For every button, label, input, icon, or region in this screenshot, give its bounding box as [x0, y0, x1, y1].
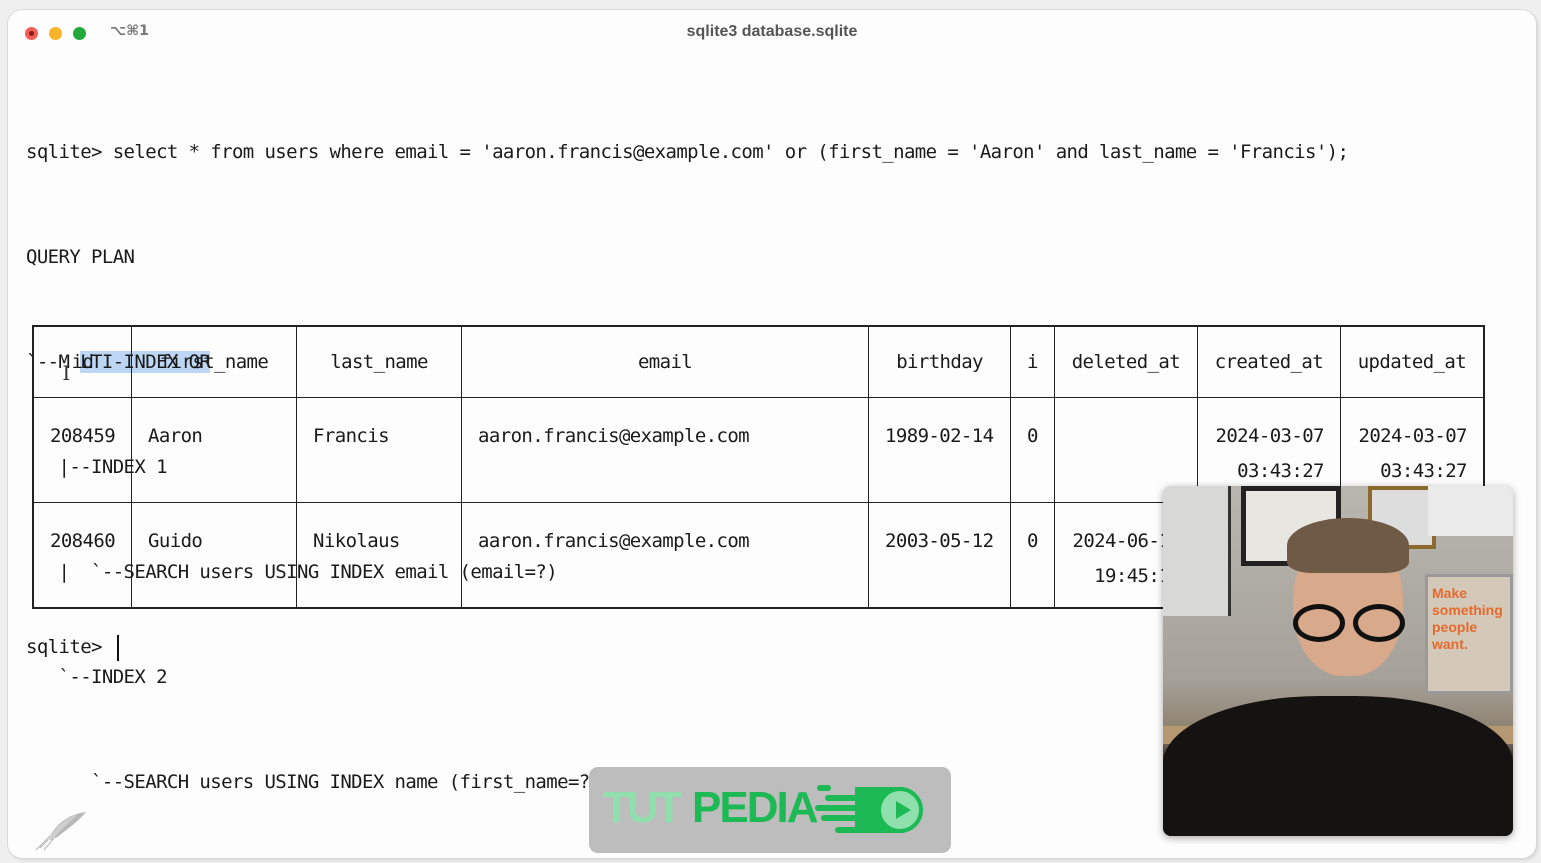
- cell-last-name: Francis: [296, 397, 463, 503]
- cell-i: 0: [1010, 502, 1055, 608]
- cell-email: aaron.francis@example.com: [461, 397, 870, 503]
- logo-streak: [817, 785, 831, 791]
- presenter-body: [1163, 696, 1513, 836]
- updated-date: 2024-03-07: [1358, 425, 1468, 447]
- cell-birthday: 1989-02-14: [868, 397, 1012, 503]
- updated-time: 03:43:27: [1380, 460, 1467, 482]
- presenter-glasses: [1285, 604, 1411, 644]
- created-date: 2024-03-07: [1215, 425, 1325, 447]
- background-frame: [1428, 486, 1513, 536]
- title-bar: ⌥⌘1 sqlite3 database.sqlite: [8, 10, 1536, 56]
- text-cursor: [116, 634, 119, 661]
- logo-text-pedia: PEDIA: [692, 783, 818, 832]
- column-header-email: email: [461, 325, 870, 398]
- window-title: sqlite3 database.sqlite: [686, 23, 858, 40]
- column-header-deleted-at: deleted_at: [1053, 325, 1198, 398]
- presenter-hair: [1287, 518, 1409, 573]
- background-poster: Make something people want.: [1425, 574, 1513, 694]
- logo-text-tut: TUT: [603, 783, 683, 832]
- input-prompt[interactable]: sqlite>: [26, 630, 119, 665]
- play-icon: [877, 787, 923, 833]
- cell-i: 0: [1010, 397, 1055, 503]
- column-header-created-at: created_at: [1196, 325, 1341, 398]
- webcam-overlay: Make something people want.: [1163, 486, 1513, 836]
- command-line: sqlite> select * from users where email …: [26, 141, 1349, 163]
- column-header-i: i: [1010, 325, 1055, 398]
- column-header-updated-at: updated_at: [1339, 325, 1485, 398]
- column-header-last-name: last_name: [296, 325, 463, 398]
- cell-first-name: Guido: [131, 502, 298, 608]
- cell-email: aaron.francis@example.com: [461, 502, 870, 608]
- cell-first-name: Aaron: [131, 397, 298, 503]
- prompt-label: sqlite>: [26, 636, 113, 658]
- cell-last-name: Nikolaus: [296, 502, 463, 608]
- query-plan-line: `--INDEX 2: [26, 666, 168, 688]
- cell-birthday: 2003-05-12: [868, 502, 1012, 608]
- column-header-id: id: [32, 325, 133, 398]
- column-header-first-name: first_name: [131, 325, 298, 398]
- background-frame: [1163, 486, 1231, 616]
- column-header-birthday: birthday: [868, 325, 1012, 398]
- watermark-logo: TUT PEDIA: [589, 767, 951, 853]
- cell-id: 208460: [32, 502, 133, 608]
- feather-icon: [35, 812, 86, 851]
- query-plan-header: QUERY PLAN: [26, 246, 135, 268]
- cell-id: 208459: [32, 397, 133, 503]
- table-header-row: id first_name last_name email birthday i…: [32, 325, 1485, 398]
- created-time: 03:43:27: [1237, 460, 1324, 482]
